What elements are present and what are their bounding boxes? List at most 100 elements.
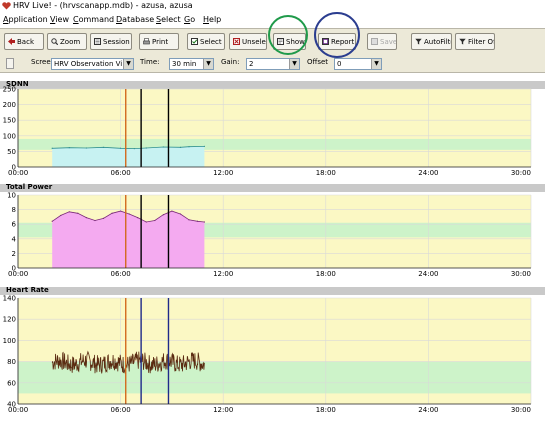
x-tick-label: 18:00 <box>316 270 336 278</box>
back-arrow-icon <box>8 37 15 45</box>
time-label: Time: <box>140 58 160 66</box>
session-button[interactable]: Session <box>90 33 132 50</box>
x-tick-label: 18:00 <box>316 406 336 414</box>
time-select[interactable]: 30 min ▼ <box>169 58 214 70</box>
menu-application[interactable]: Application <box>3 15 48 25</box>
y-tick-label: 8 <box>12 206 16 214</box>
data-point <box>145 147 147 149</box>
x-tick-label: 12:00 <box>213 169 233 177</box>
gain-select[interactable]: 2 ▼ <box>246 58 300 70</box>
document-icon <box>277 37 284 45</box>
gain-label: Gain: <box>221 58 240 66</box>
checkbox-icon <box>191 37 198 45</box>
series-area <box>52 146 205 167</box>
session-icon <box>94 37 101 45</box>
y-tick-label: 2 <box>12 250 16 258</box>
report-button[interactable]: Report <box>318 33 356 50</box>
zoom-button[interactable]: Zoom <box>47 33 87 50</box>
data-point <box>68 147 70 149</box>
data-point <box>85 147 87 149</box>
unselect-button[interactable]: Unselec <box>229 33 267 50</box>
data-point <box>68 211 70 213</box>
menu-command[interactable]: Command <box>73 15 114 25</box>
title-bar: HRV Live! - (hrvscanapp.mdb) - azusa, az… <box>0 0 545 12</box>
data-point <box>145 221 147 223</box>
print-button[interactable]: Print <box>139 33 179 50</box>
x-tick-label: 06:00 <box>111 270 131 278</box>
data-point <box>171 210 173 212</box>
menu-help[interactable]: Help <box>203 15 221 25</box>
series-area <box>52 211 205 268</box>
offset-label: Offset <box>307 58 329 66</box>
data-point <box>137 217 139 219</box>
y-tick-label: 4 <box>12 235 17 243</box>
filter-off-icon <box>459 38 466 44</box>
data-point <box>188 146 190 148</box>
filter-off-button[interactable]: Filter Off <box>455 33 495 50</box>
x-tick-label: 00:00 <box>8 270 28 278</box>
data-point <box>94 219 96 222</box>
total-power-chart[interactable]: 024681000:00 06:00 12:00 18:00 24:00 30:00 <box>0 184 545 280</box>
x-tick-label: 30:00 <box>511 169 531 177</box>
data-point <box>203 221 205 223</box>
offset-select[interactable]: 0 ▼ <box>334 58 382 70</box>
panel-toggle[interactable] <box>6 58 14 69</box>
x-tick-label: 18:00 <box>316 169 336 177</box>
x-tick-label: 06:00 <box>111 169 131 177</box>
x-tick-label: 06:00 <box>111 406 131 414</box>
y-tick-label: 140 <box>3 295 16 303</box>
y-tick-label: 80 <box>7 358 16 366</box>
data-point <box>85 217 87 219</box>
sdnn-panel: SDNN 0 50 100 150 200 250 00:00 06:00 12:00 18:00… <box>0 80 545 178</box>
magnifier-icon <box>51 37 58 45</box>
window-title: HRV Live! - (hrvscanapp.mdb) - azusa, az… <box>13 1 193 10</box>
show-button[interactable]: Show <box>273 33 306 50</box>
x-tick-label: 24:00 <box>418 169 438 177</box>
x-tick-label: 00:00 <box>8 406 28 414</box>
data-point <box>162 146 164 148</box>
data-point <box>51 220 53 222</box>
back-button[interactable]: Back <box>4 33 44 50</box>
dropdown-arrow-icon: ▼ <box>371 59 381 69</box>
x-tick-label: 12:00 <box>213 270 233 278</box>
menu-database[interactable]: Database <box>116 15 154 25</box>
menu-select[interactable]: Select <box>156 15 181 25</box>
toolbar: Back Zoom Session Print Select Unselec S… <box>0 28 545 57</box>
selector-row: Screen HRV Observation Vi ▼ Time: 30 min ▼… <box>0 56 545 73</box>
menu-view[interactable]: View <box>50 15 69 25</box>
save-button[interactable]: Save <box>367 33 397 50</box>
data-point <box>77 212 79 214</box>
y-tick-label: 250 <box>3 86 16 94</box>
y-tick-label: 10 <box>7 192 16 200</box>
heart-rate-chart[interactable]: 40608010012014000:00 06:00 12:00 18:00 24:00… <box>0 287 545 421</box>
y-tick-label: 6 <box>12 221 17 229</box>
data-point <box>120 210 122 212</box>
x-tick-label: 24:00 <box>418 406 438 414</box>
x-tick-label: 12:00 <box>213 406 233 414</box>
autofilter-button[interactable]: AutoFilter <box>411 33 452 50</box>
data-point <box>51 147 53 149</box>
data-point <box>102 146 105 148</box>
menu-bar: Application View Command Database Select… <box>0 14 545 26</box>
sdnn-chart[interactable]: 05010015020025000:00 06:00 12:00 18:00 24:00… <box>0 81 545 178</box>
x-tick-label: 30:00 <box>511 406 531 414</box>
y-tick-label: 50 <box>7 148 16 156</box>
data-point <box>179 213 182 215</box>
total-power-panel: Total Power 0 2 4 6 8 10 00:00 06:00 12:00 18:00 2… <box>0 183 545 280</box>
printer-icon <box>143 37 150 44</box>
menu-go[interactable]: Go <box>184 15 195 25</box>
data-point <box>154 219 156 222</box>
select-button[interactable]: Select <box>187 33 225 50</box>
data-point <box>102 217 105 219</box>
dropdown-arrow-icon: ▼ <box>123 59 133 69</box>
data-point <box>128 213 130 215</box>
filter-icon <box>415 38 422 44</box>
x-tick-label: 24:00 <box>418 270 438 278</box>
data-point <box>203 145 205 148</box>
y-tick-label: 100 <box>3 132 16 140</box>
y-tick-label: 120 <box>3 316 16 324</box>
data-point <box>162 214 164 216</box>
y-tick-label: 200 <box>3 101 16 109</box>
data-point <box>179 146 182 148</box>
screen-select[interactable]: HRV Observation Vi ▼ <box>51 58 134 70</box>
